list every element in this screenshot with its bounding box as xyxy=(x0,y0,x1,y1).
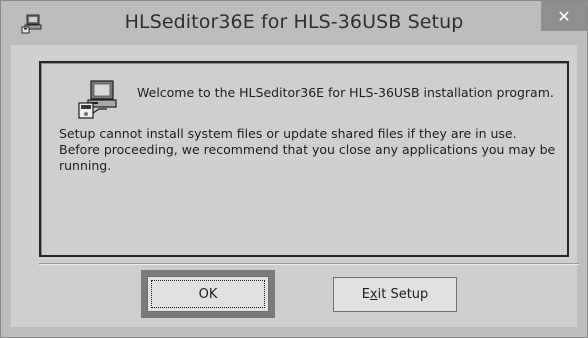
close-icon: ✕ xyxy=(557,6,571,26)
setup-window: HLSeditor36E for HLS-36USB Setup ✕ Welco… xyxy=(0,0,588,338)
window-title: HLSeditor36E for HLS-36USB Setup xyxy=(124,11,464,33)
setup-computer-icon xyxy=(77,79,119,121)
ok-button-default-frame: OK xyxy=(141,270,275,318)
close-button[interactable]: ✕ xyxy=(541,1,587,31)
title-bar[interactable]: HLSeditor36E for HLS-36USB Setup ✕ xyxy=(1,1,587,45)
message-panel: Welcome to the HLSeditor36E for HLS-36US… xyxy=(39,61,569,257)
installer-computer-icon xyxy=(21,14,43,34)
setup-message: Setup cannot install system files or upd… xyxy=(59,126,556,173)
dialog-client-area: Welcome to the HLSeditor36E for HLS-36US… xyxy=(11,45,579,327)
welcome-text: Welcome to the HLSeditor36E for HLS-36US… xyxy=(137,85,554,100)
exit-setup-button[interactable]: Exit Setup xyxy=(333,277,457,312)
exit-setup-label: Exit Setup xyxy=(361,287,429,302)
separator xyxy=(39,263,579,265)
ok-button[interactable]: OK xyxy=(147,276,269,312)
focus-rectangle xyxy=(151,280,265,308)
